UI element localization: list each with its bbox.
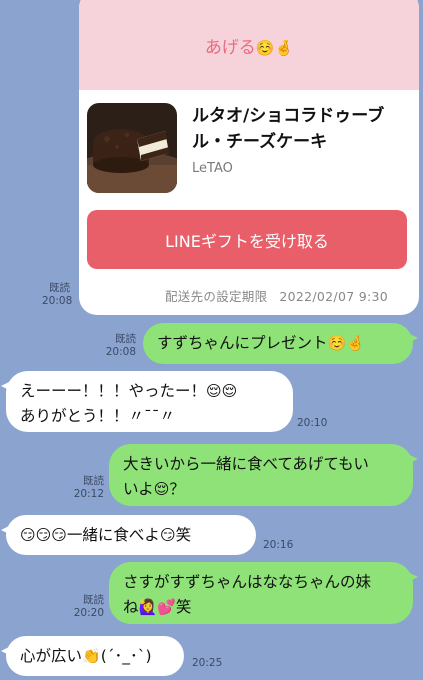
message-text: (´･_･`) [100,647,152,665]
message-meta: 既読 20:12 [72,475,104,501]
message-text: 一緒に食べよ [66,526,160,544]
smirk-emoji-icon: 😏😏😏 [20,526,67,544]
two-hearts-emoji-icon: 💕 [157,598,176,616]
message-time: 20:08 [42,295,73,307]
message-text: 笑 [175,526,192,544]
message-text: 笑 [175,598,192,616]
relieved-face-emoji-icon: 😌😌 [206,382,238,400]
product-brand: LeTAO [192,161,233,176]
gift-header: あげる☺️🤞 [79,0,419,90]
message-text: 心が広い [20,647,83,665]
message-bubble-sent[interactable]: 大きいから一緒に食べてあげてもい いよ😌？ [109,444,418,506]
message-bubble-received[interactable]: 心が広い👏(´･_･`) [1,636,184,676]
message-bubble-sent[interactable]: さすがすずちゃんはななちゃんの妹 ね🙋‍♀️💕笑 [109,562,418,624]
woman-raising-hand-emoji-icon: 🙋‍♀️ [138,598,158,616]
read-receipt: 既読 [83,475,104,487]
message-meta: 既読 20:08 [42,282,73,308]
read-receipt: 既読 [49,282,70,294]
message-time: 20:10 [297,417,328,429]
message-bubble-received[interactable]: えーーー！！！やったー！😌😌 ありがとう！！〃¯¯〃 [1,371,293,432]
fingers-crossed-emoji-icon: 🤞 [274,38,294,57]
message-text: ありがとう！！〃¯¯〃 [20,407,176,425]
message-text: ？ [169,480,185,498]
deadline-label: 配送先の設定期限 [165,289,268,304]
message-text: すずちゃんにプレゼント [157,334,328,352]
message-text: さすがすずちゃんはななちゃんの妹 [123,573,372,591]
message-meta: 既読 20:08 [104,333,136,359]
message-time: 20:25 [192,657,223,669]
message-bubble-sent[interactable]: すずちゃんにプレゼント☺️🤞 [143,323,418,364]
message-text: えーーー！！！やったー！ [20,382,207,400]
message-text: 大きいから一緒に食べてあげてもい [123,455,369,473]
message-bubble-received[interactable]: 😏😏😏一緒に食べよ😏笑 [1,515,256,555]
chat-view[interactable]: あげる☺️🤞 ルタオ/ショコラドゥーブル・チーズケーキ LeTAO LINEギフ… [0,0,423,680]
relieved-emoji-icon: ☺️ [327,334,347,352]
deadline-value: 2022/02/07 9:30 [279,289,388,304]
relieved-emoji-icon: ☺️ [255,38,275,57]
product-name: ルタオ/ショコラドゥーブル・チーズケーキ [192,106,385,152]
message-time: 20:16 [263,539,294,551]
message-text: いよ [123,480,154,498]
message-time: 20:08 [105,346,136,358]
gift-card[interactable]: あげる☺️🤞 ルタオ/ショコラドゥーブル・チーズケーキ LeTAO LINEギフ… [79,0,419,315]
read-receipt: 既読 [115,333,136,345]
message-text: ね [123,598,139,616]
gift-deadline: 配送先の設定期限 2022/02/07 9:30 [165,286,388,305]
receive-gift-button[interactable]: LINEギフトを受け取る [87,210,407,269]
read-receipt: 既読 [83,594,104,606]
gift-send-text: あげる☺️🤞 [204,37,294,58]
cheesecake-image [87,103,177,193]
gift-product[interactable]: ルタオ/ショコラドゥーブル・チーズケーキ LeTAO [87,103,407,193]
message-time: 20:20 [73,607,104,619]
relieved-face-emoji-icon: 😌 [153,480,170,498]
clapping-hands-emoji-icon: 👏 [82,647,101,665]
message-meta: 既読 20:20 [72,594,104,620]
fingers-crossed-emoji-icon: 🤞 [346,334,365,352]
message-time: 20:12 [73,488,104,500]
smirk-emoji-icon: 😏 [159,526,176,544]
